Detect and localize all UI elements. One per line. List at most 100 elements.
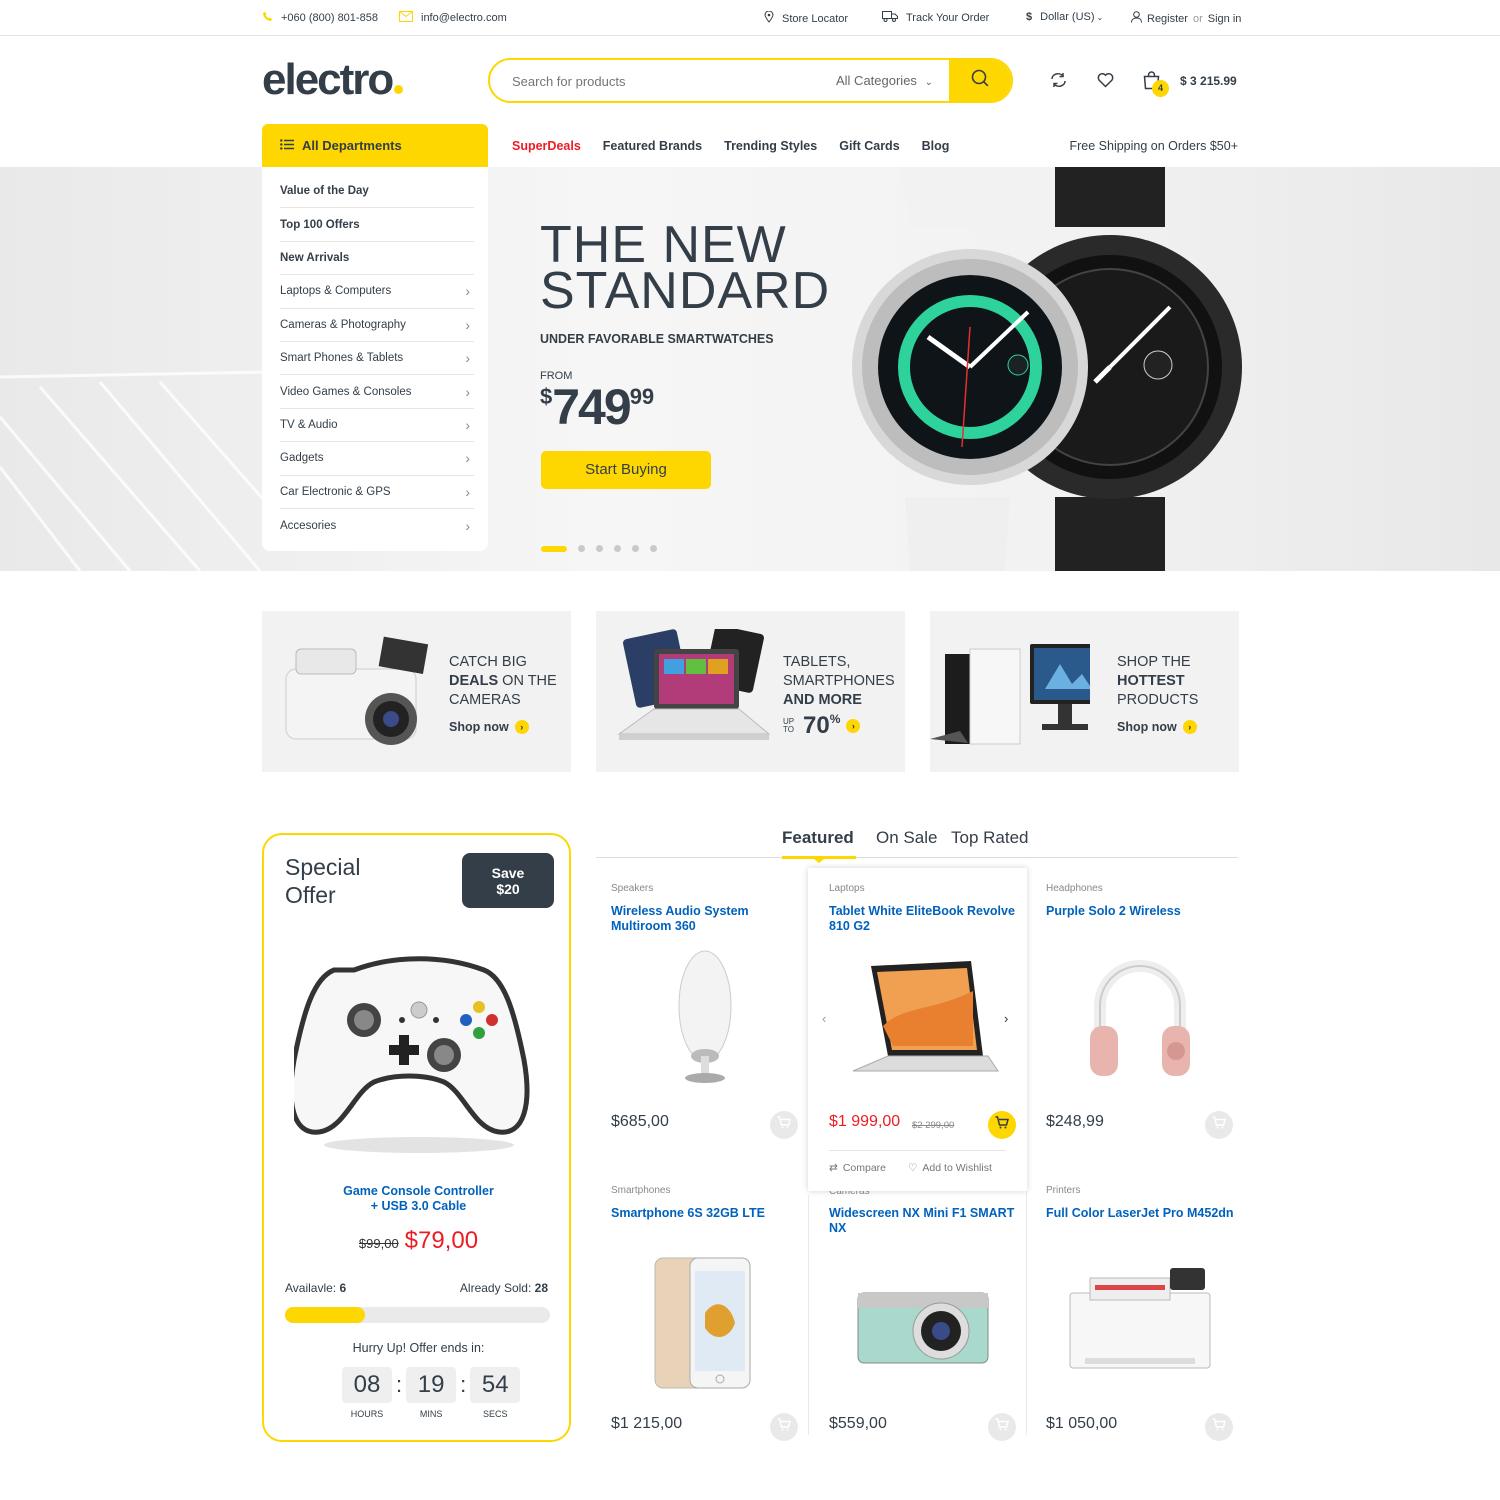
chevron-right-icon[interactable]: › <box>1004 1011 1008 1026</box>
product-card[interactable]: Speakers Wireless Audio System Multiroom… <box>596 868 813 1168</box>
slider-dot[interactable] <box>578 545 585 552</box>
countdown-secs: 54 SECS <box>470 1367 521 1419</box>
product-price: $1 215,00 <box>611 1415 683 1432</box>
product-card[interactable]: Cameras Widescreen NX Mini F1 SMART NX $… <box>814 1170 1031 1470</box>
all-departments-button[interactable]: All Departments <box>262 124 488 167</box>
product-image[interactable] <box>611 946 798 1096</box>
discount-upto-70[interactable]: UP TO 70% › <box>783 712 861 740</box>
category-select[interactable]: All Categories ⌄ <box>836 73 933 88</box>
chevron-left-icon[interactable]: ‹ <box>822 1011 826 1026</box>
chevron-right-icon: › <box>465 350 470 367</box>
department-item[interactable]: Video Games & Consoles › <box>280 375 474 409</box>
add-to-cart-button[interactable] <box>1205 1111 1233 1139</box>
wishlist-heart-icon[interactable] <box>1097 72 1114 93</box>
banner-cameras[interactable]: CATCH BIG DEALS ON THE CAMERAS Shop now › <box>262 611 571 772</box>
department-item[interactable]: Value of the Day <box>280 175 474 209</box>
product-card[interactable]: Printers Full Color LaserJet Pro M452dn … <box>1031 1170 1248 1470</box>
add-to-cart-button[interactable] <box>770 1413 798 1441</box>
nav-superdeals[interactable]: SuperDeals <box>512 139 581 153</box>
department-label: Car Electronic & GPS <box>280 485 391 498</box>
slider-dot[interactable] <box>541 545 567 552</box>
signin-link[interactable]: Sign in <box>1208 13 1242 25</box>
department-item[interactable]: Cameras & Photography › <box>280 309 474 342</box>
save-label: Save <box>491 865 525 881</box>
add-to-cart-button[interactable] <box>988 1111 1016 1139</box>
shop-now-link[interactable]: Shop now › <box>1117 720 1197 734</box>
slider-dot[interactable] <box>596 545 603 552</box>
department-item[interactable]: Top 100 Offers <box>280 208 474 242</box>
product-category[interactable]: Smartphones <box>611 1185 670 1196</box>
track-order-link[interactable]: Track Your Order <box>882 11 989 25</box>
store-locator-link[interactable]: Store Locator <box>764 10 848 26</box>
add-to-cart-button[interactable] <box>770 1111 798 1139</box>
currency-selector[interactable]: $ Dollar (US) ⌄ <box>1026 11 1103 23</box>
product-image[interactable] <box>829 946 1016 1096</box>
banner-bold: HOTTEST <box>1117 673 1185 689</box>
product-card[interactable]: Headphones Purple Solo 2 Wireless $248,9… <box>1031 868 1248 1168</box>
product-image[interactable] <box>829 1248 1016 1398</box>
product-price: $1 050,00 <box>1046 1415 1118 1432</box>
compare-link[interactable]: ⇄ Compare <box>829 1162 886 1174</box>
special-offer-card[interactable]: Special Offer Save $20 Game Console Contro… <box>262 833 571 1442</box>
special-product-name[interactable]: Game Console Controller + USB 3.0 Cable <box>264 1184 573 1214</box>
tab-featured[interactable]: Featured <box>782 828 854 848</box>
nav-trending-styles[interactable]: Trending Styles <box>724 139 817 153</box>
department-item[interactable]: Car Electronic & GPS › <box>280 476 474 509</box>
banner-tablets[interactable]: TABLETS, SMARTPHONES AND MORE UP TO 70% › <box>596 611 905 772</box>
email-contact[interactable]: info@electro.com <box>399 11 507 25</box>
product-card[interactable]: Laptops Tablet White EliteBook Revolve 8… <box>814 868 1031 1174</box>
slider-dot[interactable] <box>614 545 621 552</box>
add-to-cart-button[interactable] <box>1205 1413 1233 1441</box>
department-item[interactable]: Accesories › <box>280 509 474 542</box>
product-image[interactable] <box>1046 1248 1233 1398</box>
cart-icon <box>1212 1116 1226 1134</box>
product-image[interactable] <box>1046 946 1233 1096</box>
compare-icon[interactable] <box>1050 72 1067 93</box>
search-button[interactable] <box>949 60 1011 101</box>
user-icon <box>1131 11 1142 26</box>
banner-hottest[interactable]: SHOP THE HOTTEST PRODUCTS Shop now › <box>930 611 1239 772</box>
cart-total[interactable]: $ 3 215.99 <box>1180 74 1237 88</box>
nav-featured-brands[interactable]: Featured Brands <box>603 139 702 153</box>
site-logo[interactable]: electro <box>262 55 404 105</box>
add-to-cart-button[interactable] <box>988 1413 1016 1441</box>
slider-dot[interactable] <box>632 545 639 552</box>
slider-dot[interactable] <box>650 545 657 552</box>
product-category[interactable]: Headphones <box>1046 883 1103 894</box>
product-category[interactable]: Speakers <box>611 883 653 894</box>
shop-now-link[interactable]: Shop now › <box>449 720 529 734</box>
banner-line: SHOP THE <box>1117 654 1191 670</box>
secs-label: SECS <box>482 1409 508 1419</box>
department-item[interactable]: TV & Audio › <box>280 409 474 443</box>
phone-contact[interactable]: +060 (800) 801-858 <box>262 11 378 25</box>
mins-label: MINS <box>419 1409 443 1419</box>
product-name[interactable]: Purple Solo 2 Wireless <box>1046 904 1236 919</box>
product-name[interactable]: Tablet White EliteBook Revolve 810 G2 <box>829 904 1019 934</box>
heart-icon: ♡ <box>908 1162 918 1174</box>
department-item[interactable]: Gadgets › <box>280 442 474 476</box>
product-category[interactable]: Printers <box>1046 1185 1080 1196</box>
product-image[interactable] <box>611 1248 798 1398</box>
product-old-price: $2 299,00 <box>912 1120 955 1131</box>
nav-blog[interactable]: Blog <box>922 139 950 153</box>
product-name[interactable]: Smartphone 6S 32GB LTE <box>611 1206 801 1221</box>
start-buying-button[interactable]: Start Buying <box>541 451 711 489</box>
printer-image <box>1069 1268 1210 1369</box>
department-item[interactable]: New Arrivals <box>280 242 474 276</box>
department-item[interactable]: Smart Phones & Tablets › <box>280 342 474 376</box>
product-category[interactable]: Laptops <box>829 883 865 894</box>
add-to-wishlist-link[interactable]: ♡ Add to Wishlist <box>908 1162 992 1174</box>
department-label: TV & Audio <box>280 418 338 431</box>
product-card[interactable]: Smartphones Smartphone 6S 32GB LTE $1 21… <box>596 1170 813 1470</box>
product-name[interactable]: Full Color LaserJet Pro M452dn <box>1046 1206 1236 1221</box>
sold-label: Already Sold: <box>459 1281 532 1295</box>
banner-line: PRODUCTS <box>1117 692 1199 708</box>
product-name[interactable]: Wireless Audio System Multiroom 360 <box>611 904 801 934</box>
tab-on-sale[interactable]: On Sale <box>876 828 937 848</box>
department-item[interactable]: Laptops & Computers › <box>280 275 474 309</box>
nav-gift-cards[interactable]: Gift Cards <box>839 139 899 153</box>
search-input[interactable] <box>512 70 812 92</box>
product-name[interactable]: Widescreen NX Mini F1 SMART NX <box>829 1206 1019 1236</box>
tab-top-rated[interactable]: Top Rated <box>951 828 1029 848</box>
register-link[interactable]: Register <box>1147 13 1188 25</box>
